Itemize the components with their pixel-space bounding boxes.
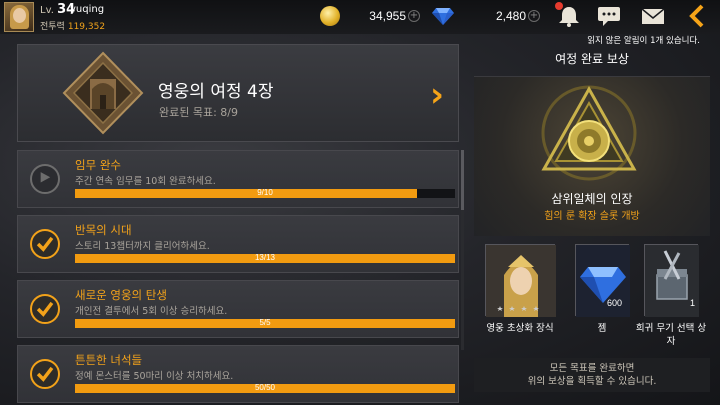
quest-description: 스토리 13챕터까지 클리어하세요.	[75, 241, 210, 252]
quest-description: 주간 연속 임무를 10회 완료하세요.	[75, 176, 216, 187]
gem-amount: 2,480	[495, 9, 526, 23]
footer-line-1: 모든 목표를 완료하면	[549, 363, 635, 374]
level-prefix: Lv.	[40, 5, 54, 16]
quest-row[interactable]: 반목의 시대스토리 13챕터까지 클리어하세요. 13/13	[17, 215, 459, 273]
reward-footer-note: 모든 목표를 완료하면 위의 보상을 획득할 수 있습니다.	[474, 358, 710, 392]
add-gem-button[interactable]: +	[528, 10, 540, 22]
reward-item-qty: 600	[607, 298, 623, 308]
footer-line-2: 위의 보상을 획득할 수 있습니다.	[527, 376, 657, 387]
quest-complete-check-icon	[30, 359, 60, 389]
player-avatar[interactable]	[4, 2, 34, 32]
quest-row[interactable]: 임무 완수주간 연속 임무를 10회 완료하세요. 9/10	[17, 150, 459, 208]
combat-power-label: 전투력	[40, 22, 65, 32]
top-bar: Lv. 34 yuqing 전투력 119,352 34,955 + 2,480 …	[0, 0, 720, 34]
gem-icon	[432, 8, 454, 25]
quest-description: 정예 몬스터를 50마리 이상 처치하세요.	[75, 371, 234, 382]
quest-complete-check-icon	[30, 294, 60, 324]
mail-icon[interactable]	[641, 5, 665, 27]
quest-progress-bar: 50/50	[75, 383, 455, 393]
quest-title: 반목의 시대	[75, 223, 132, 237]
player-name: yuqing	[70, 4, 105, 15]
reward-item-label: 젬	[597, 323, 607, 334]
quest-title: 튼튼한 녀석들	[75, 353, 143, 367]
next-chapter-arrow[interactable]: ›	[430, 78, 444, 112]
add-gold-button[interactable]: +	[408, 10, 420, 22]
notification-message: 읽지 않은 알림이 1개 있습니다.	[587, 36, 700, 46]
quest-row[interactable]: 튼튼한 녀석들정예 몬스터를 50마리 이상 처치하세요. 50/50	[17, 345, 459, 403]
back-arrow-icon[interactable]	[684, 3, 710, 29]
quest-progress-bar: 9/10	[75, 188, 455, 198]
reward-item-label: 희귀 무기 선택 상자	[635, 323, 707, 347]
combat-power-value: 119,352	[67, 22, 106, 32]
gold-coin-icon	[320, 6, 340, 26]
quest-progress-bar: 5/5	[75, 318, 455, 328]
chapter-header: 영웅의 여정 4장 완료된 목표: 8/9	[17, 44, 459, 142]
quest-progress-label: 5/5	[259, 318, 271, 327]
quest-title: 새로운 영웅의 탄생	[75, 288, 167, 302]
quest-progress-label: 50/50	[254, 383, 276, 392]
quest-progress-label: 9/10	[257, 188, 273, 197]
reward-item-qty: 1	[690, 298, 696, 308]
reward-header: 여정 완료 보상	[555, 52, 629, 66]
quest-progress-label: 13/13	[254, 253, 276, 262]
chat-icon[interactable]	[597, 5, 621, 27]
reward-item-label: 영웅 초상화 장식	[486, 323, 554, 334]
quest-description: 개인전 결투에서 5회 이상 승리하세요.	[75, 306, 228, 317]
combat-power: 전투력 119,352	[40, 19, 105, 32]
quest-scrollbar-thumb[interactable]	[461, 150, 464, 210]
main-reward-name: 삼위일체의 인장	[551, 192, 633, 206]
quest-title: 임무 완수	[75, 158, 121, 172]
chapter-title: 영웅의 여정 4장	[158, 82, 274, 102]
quest-progress-bar: 13/13	[75, 253, 455, 263]
notification-badge	[555, 2, 563, 10]
trinity-seal-icon	[541, 85, 637, 181]
quest-row[interactable]: 새로운 영웅의 탄생개인전 결투에서 5회 이상 승리하세요. 5/5	[17, 280, 459, 338]
main-reward-effect: 힘의 룬 확장 슬롯 개방	[544, 211, 640, 222]
main-reward[interactable]: 삼위일체의 인장 힘의 룬 확장 슬롯 개방	[474, 76, 710, 236]
chapter-emblem-icon	[62, 51, 144, 135]
quest-play-icon[interactable]	[30, 164, 60, 194]
quest-complete-check-icon	[30, 229, 60, 259]
chapter-progress: 완료된 목표: 8/9	[159, 106, 239, 119]
portrait-frame	[485, 244, 556, 317]
hero-portrait-icon	[486, 245, 556, 317]
gold-amount: 34,955	[369, 9, 406, 23]
